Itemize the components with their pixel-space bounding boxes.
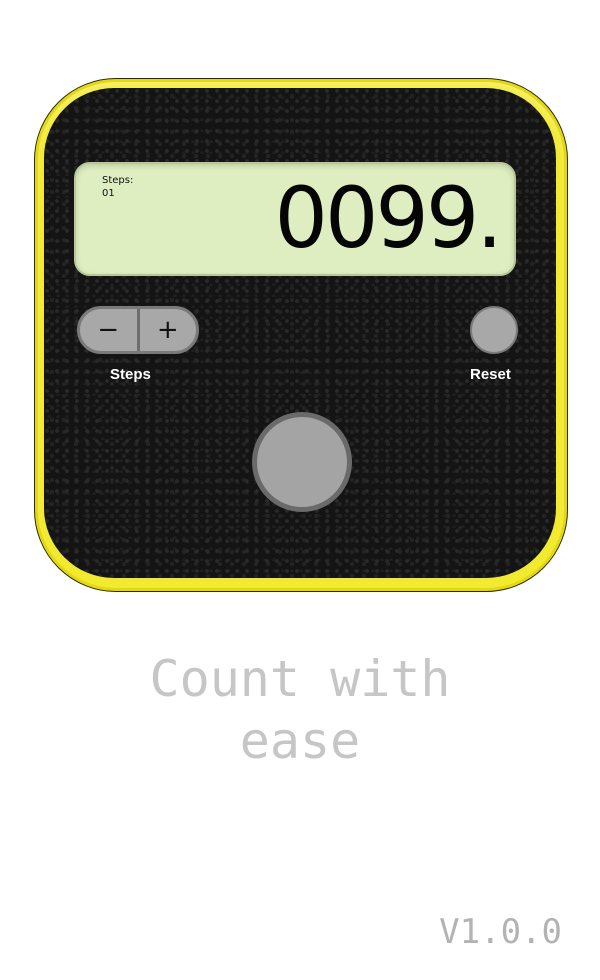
increment-step-button[interactable]: + [140, 309, 197, 351]
tagline-line-2: ease [239, 712, 361, 770]
tagline-line-1: Count with [149, 650, 451, 708]
reset-button[interactable] [470, 306, 518, 354]
counter-value: 0099. [274, 169, 503, 267]
tagline: Count with ease [0, 648, 600, 772]
decrement-step-button[interactable]: − [80, 309, 137, 351]
step-size-control: − + [77, 306, 199, 354]
version-label: V1.0.0 [439, 912, 562, 952]
steps-caption-value: 01 [102, 188, 115, 199]
steps-label: Steps [110, 366, 151, 383]
reset-label: Reset [470, 366, 511, 383]
counter-display: Steps: 01 0099. [74, 162, 516, 276]
count-button[interactable] [252, 412, 352, 512]
steps-caption: Steps: 01 [102, 174, 133, 200]
steps-caption-label: Steps: [102, 175, 134, 186]
